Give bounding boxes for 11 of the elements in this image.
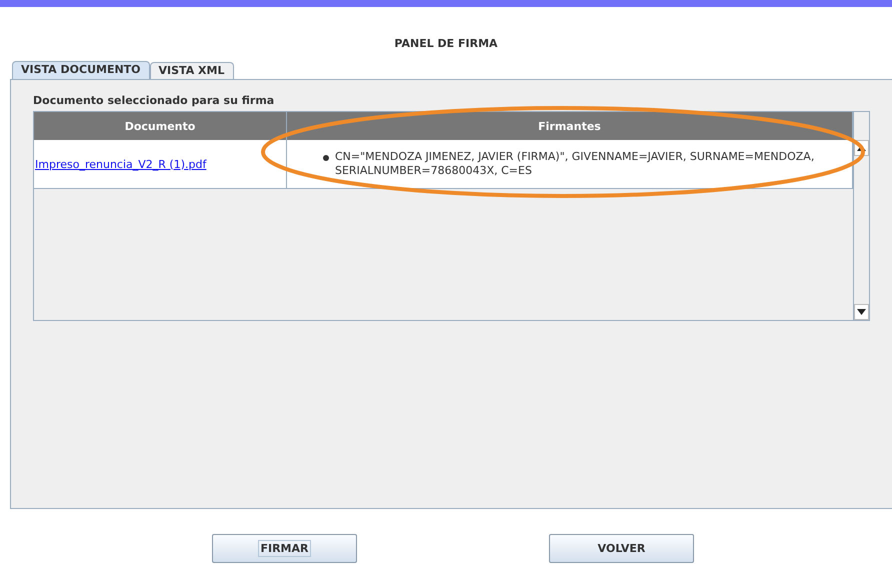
tab[interactable]: VISTA DOCUMENTO: [12, 61, 150, 79]
scroll-down-icon[interactable]: [854, 304, 869, 320]
signer-text: CN="MENDOZA JIMENEZ, JAVIER (FIRMA)", GIVENNAME=JAVIER, SURNAME=MENDOZA, SERIALNUMBER=78680043X, C=ES: [335, 150, 816, 178]
bullet-icon: [323, 155, 329, 161]
tab[interactable]: VISTA XML: [150, 62, 234, 79]
document-link[interactable]: Impreso_renuncia_V2_R (1).pdf: [34, 158, 206, 170]
section-label: Documento seleccionado para su firma: [33, 94, 276, 108]
action-button[interactable]: FIRMAR: [212, 534, 357, 563]
action-button[interactable]: VOLVER: [549, 534, 694, 563]
scrollbar[interactable]: [853, 112, 869, 320]
panel-title: PANEL DE FIRMA: [393, 37, 499, 51]
